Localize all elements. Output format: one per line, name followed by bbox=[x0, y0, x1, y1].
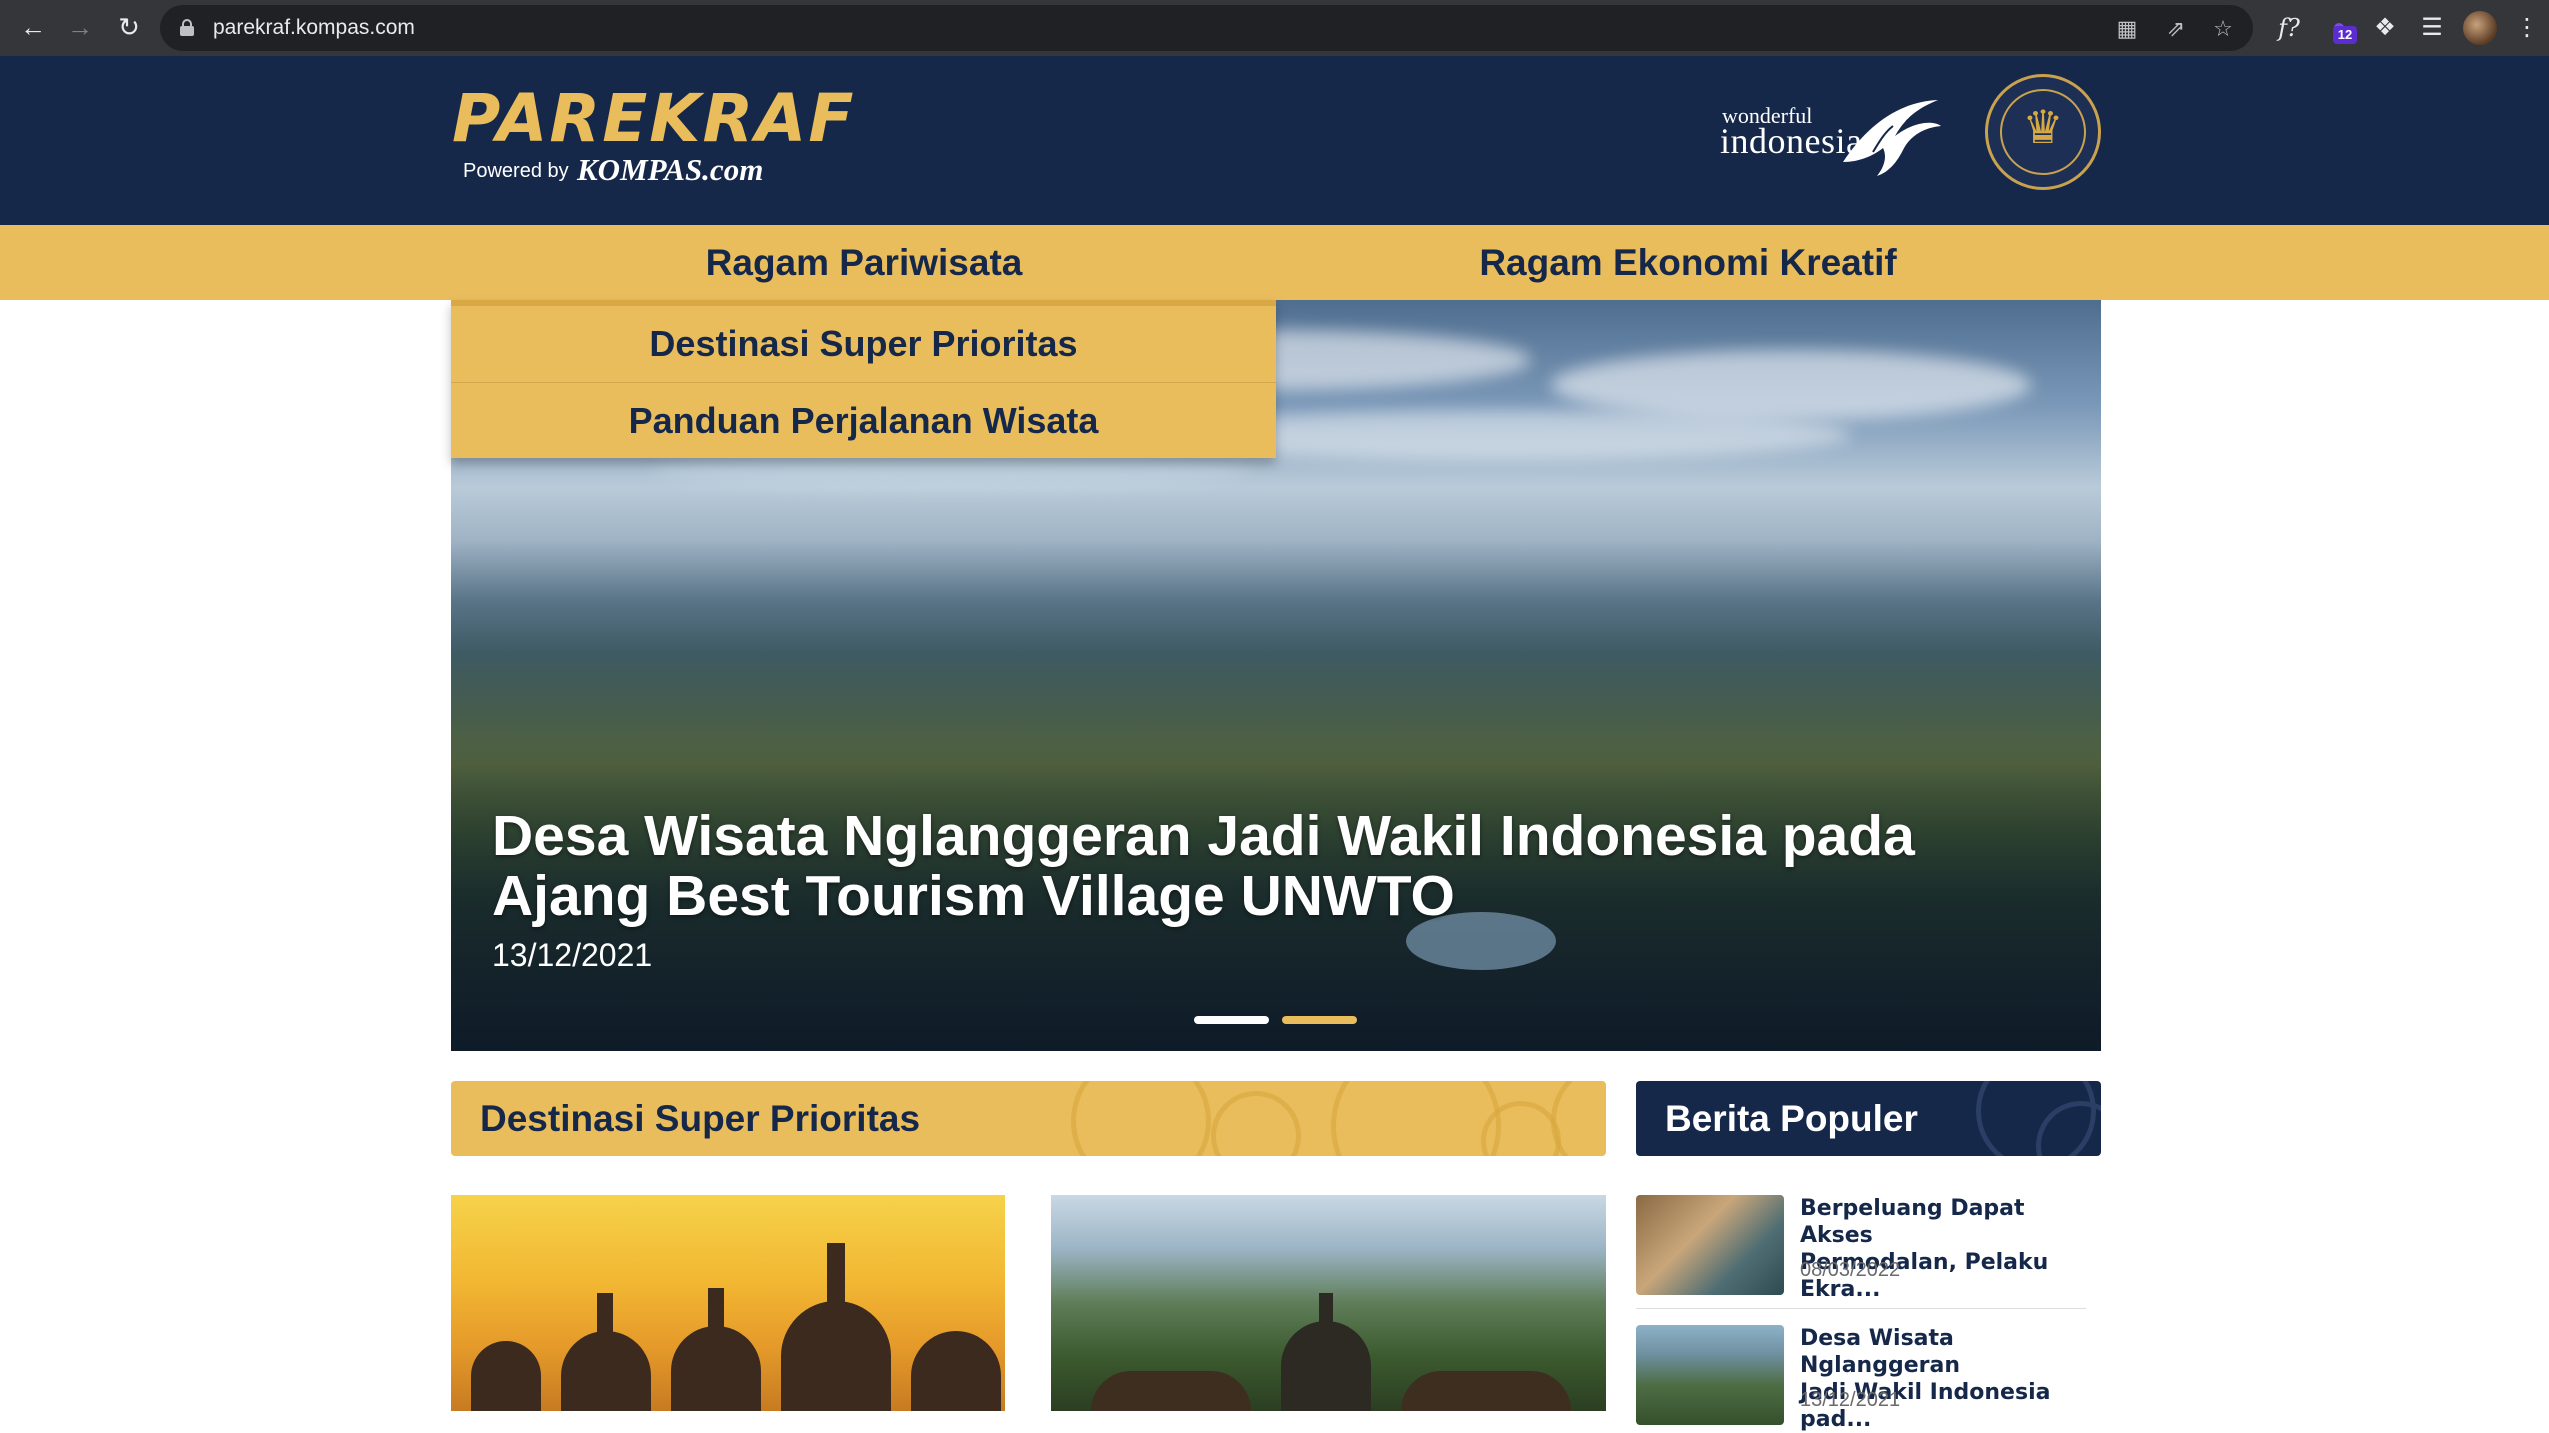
hero-date: 13/12/2021 bbox=[492, 937, 653, 973]
slider-dot-1[interactable] bbox=[1194, 1016, 1269, 1024]
bookmark-star-icon[interactable]: ☆ bbox=[2209, 15, 2237, 43]
borobudur-card-image[interactable] bbox=[451, 1195, 1005, 1411]
ministry-emblem-icon: ♛ bbox=[1985, 74, 2101, 190]
site-header: PAREKRAF Powered by KOMPAS.com wonderful… bbox=[0, 56, 2549, 225]
formula-extension-icon[interactable]: f? bbox=[2272, 11, 2306, 45]
popular-title[interactable]: Desa Wisata Nglanggeran Jadi Wakil Indon… bbox=[1800, 1325, 2085, 1433]
url-text[interactable]: parekraf.kompas.com bbox=[213, 5, 415, 51]
popular-thumbnail[interactable] bbox=[1636, 1325, 1784, 1425]
browser-toolbar: ← → ↻ parekraf.kompas.com ▦ ⇗ ☆ f? ● 12 … bbox=[0, 0, 2549, 56]
pariwisata-dropdown: Destinasi Super Prioritas Panduan Perjal… bbox=[451, 300, 1276, 458]
nav-ragam-ekonomi-kreatif[interactable]: Ragam Ekonomi Kreatif bbox=[1276, 225, 2100, 300]
popular-date: 08/03/2022 bbox=[1800, 1259, 1901, 1281]
extension-badge: 12 bbox=[2333, 26, 2357, 44]
popular-item[interactable]: Berpeluang Dapat Akses Permodalan, Pelak… bbox=[1636, 1195, 2086, 1305]
popular-title[interactable]: Berpeluang Dapat Akses Permodalan, Pelak… bbox=[1800, 1195, 2085, 1303]
hero-title[interactable]: Desa Wisata Nglanggeran Jadi Wakil Indon… bbox=[492, 806, 2072, 926]
populer-section-title: Berita Populer bbox=[1665, 1098, 1918, 1139]
destinasi-section-title[interactable]: Destinasi Super Prioritas bbox=[480, 1081, 920, 1156]
puzzle-icon[interactable]: ❖ bbox=[2368, 11, 2402, 45]
main-nav: Ragam Pariwisata Ragam Ekonomi Kreatif bbox=[0, 225, 2549, 300]
slider-dot-2[interactable] bbox=[1282, 1016, 1357, 1024]
garuda-bird-icon bbox=[1843, 100, 1941, 176]
dropdown-destinasi-super-prioritas[interactable]: Destinasi Super Prioritas bbox=[451, 306, 1276, 382]
profile-avatar[interactable] bbox=[2463, 11, 2497, 45]
powered-by-text: Powered by bbox=[463, 160, 569, 182]
populer-section-header: Berita Populer bbox=[1636, 1081, 2101, 1156]
lock-icon[interactable] bbox=[180, 19, 194, 36]
translate-icon[interactable]: ▦ bbox=[2113, 15, 2141, 43]
dropdown-panduan-perjalanan-wisata[interactable]: Panduan Perjalanan Wisata bbox=[451, 382, 1276, 458]
reading-list-icon[interactable]: ☰ bbox=[2415, 11, 2449, 45]
reload-icon[interactable]: ↻ bbox=[112, 10, 146, 44]
parekraf-logo[interactable]: PAREKRAF bbox=[452, 86, 855, 152]
destinasi-section-header: Destinasi Super Prioritas bbox=[451, 1081, 1606, 1156]
address-bar[interactable]: parekraf.kompas.com ▦ ⇗ ☆ bbox=[160, 5, 2253, 51]
popular-divider bbox=[1636, 1308, 2086, 1309]
share-icon[interactable]: ⇗ bbox=[2162, 15, 2190, 43]
forward-icon[interactable]: → bbox=[63, 10, 97, 44]
menu-kebab-icon[interactable]: ⋮ bbox=[2510, 11, 2544, 45]
destination-card-image-2[interactable] bbox=[1051, 1195, 1606, 1411]
popular-item[interactable]: Desa Wisata Nglanggeran Jadi Wakil Indon… bbox=[1636, 1325, 2086, 1432]
kompas-logo[interactable]: KOMPAS.com bbox=[577, 152, 763, 188]
popular-thumbnail[interactable] bbox=[1636, 1195, 1784, 1295]
nav-ragam-pariwisata[interactable]: Ragam Pariwisata bbox=[452, 225, 1276, 300]
popular-date: 13/12/2021 bbox=[1800, 1389, 1901, 1411]
back-icon[interactable]: ← bbox=[16, 10, 50, 44]
